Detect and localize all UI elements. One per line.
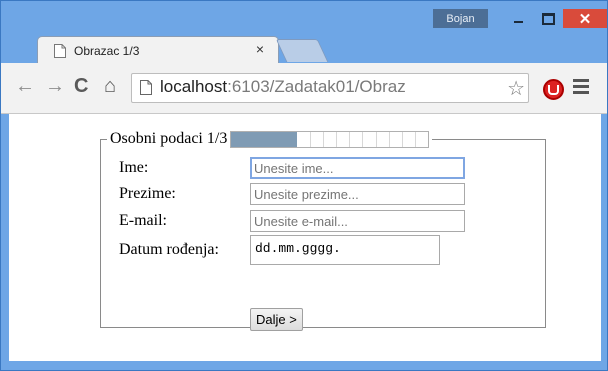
progress-segment <box>377 131 390 147</box>
tab-active[interactable]: Obrazac 1/3 × <box>37 36 279 64</box>
url-host: localhost <box>160 77 228 96</box>
progress-segment <box>337 131 351 147</box>
ime-input[interactable] <box>250 157 465 179</box>
back-icon[interactable]: ← <box>15 75 35 98</box>
progress-segment-filled <box>244 131 258 147</box>
menu-bar <box>573 85 589 88</box>
progress-segment-filled <box>284 131 298 147</box>
progress-bar <box>230 130 430 148</box>
browser-window: Bojan ✕ Obrazac 1/3 × ← → C ⌂ localhost:… <box>0 0 608 371</box>
forward-icon[interactable]: → <box>45 75 65 98</box>
row-prezime: Prezime: <box>119 182 249 206</box>
new-tab-button[interactable] <box>275 39 329 62</box>
url-text: localhost:6103/Zadatak01/Obraz <box>160 77 406 97</box>
stop-extension-icon[interactable] <box>543 79 564 100</box>
progress-segment <box>390 131 403 147</box>
fieldset-legend: Osobni podaci 1/3 <box>107 130 432 148</box>
menu-bar <box>573 91 589 94</box>
minimize-icon <box>513 20 523 23</box>
menu-icon[interactable] <box>573 79 589 97</box>
menu-bar <box>573 79 589 82</box>
page-icon <box>140 80 152 95</box>
title-bar: Bojan ✕ <box>1 1 607 37</box>
home-icon[interactable]: ⌂ <box>104 75 116 98</box>
browser-toolbar: ← → C ⌂ localhost:6103/Zadatak01/Obraz ☆ <box>1 63 607 114</box>
progress-segment <box>297 131 311 147</box>
next-button[interactable]: Dalje > <box>250 308 303 331</box>
page-content: Osobni podaci 1/3 Ime: Prezime: E-mail: … <box>9 114 601 361</box>
email-input[interactable] <box>250 210 465 232</box>
maximize-button[interactable] <box>535 9 561 28</box>
address-bar[interactable]: localhost:6103/Zadatak01/Obraz ☆ <box>131 73 529 103</box>
prezime-input[interactable] <box>250 183 465 205</box>
datum-label: Datum rođenja: <box>119 241 219 258</box>
url-path: :6103/Zadatak01/Obraz <box>227 77 406 96</box>
progress-segment-filled <box>270 131 285 147</box>
minimize-button[interactable] <box>505 9 531 28</box>
progress-segment <box>350 131 364 147</box>
prezime-label: Prezime: <box>119 185 176 202</box>
progress-segment <box>324 131 337 147</box>
email-label: E-mail: <box>119 212 167 229</box>
progress-segment <box>363 131 377 147</box>
date-input[interactable]: dd.mm.gggg. <box>250 235 440 265</box>
legend-text: Osobni podaci 1/3 <box>110 130 228 147</box>
row-ime: Ime: <box>119 156 249 180</box>
bookmark-star-icon[interactable]: ☆ <box>505 76 525 101</box>
progress-segment <box>403 131 417 147</box>
personal-data-fieldset: Osobni podaci 1/3 Ime: Prezime: E-mail: … <box>100 130 546 331</box>
tab-title: Obrazac 1/3 <box>74 44 140 58</box>
progress-segment <box>311 131 324 147</box>
ime-label: Ime: <box>119 159 149 176</box>
row-email: E-mail: <box>119 209 249 233</box>
progress-segment-filled <box>257 131 271 147</box>
profile-badge[interactable]: Bojan <box>433 9 488 28</box>
progress-segment <box>416 132 428 147</box>
window-close-button[interactable]: ✕ <box>563 9 607 28</box>
reload-icon[interactable]: C <box>74 75 88 98</box>
row-datum: Datum rođenja: <box>119 238 249 262</box>
page-icon <box>54 44 66 58</box>
hand-icon <box>548 84 559 95</box>
maximize-icon <box>541 12 555 25</box>
progress-segment-filled <box>231 131 245 147</box>
tab-close-icon[interactable]: × <box>256 41 264 57</box>
